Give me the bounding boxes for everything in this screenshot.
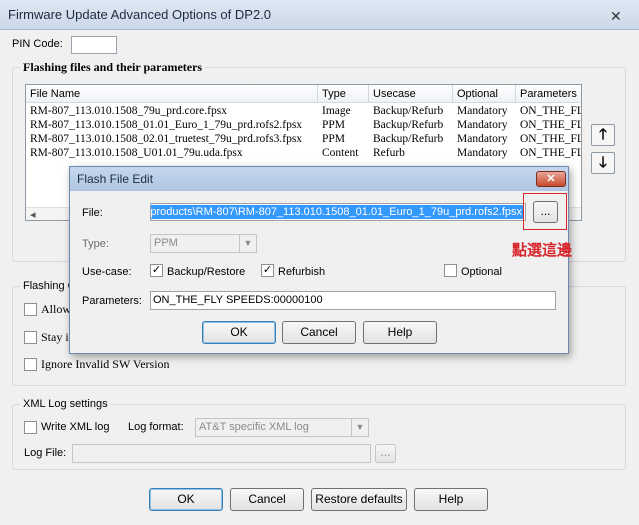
cell-usecase: Refurb [373,147,405,159]
column-header-parameters[interactable]: Parameters [516,85,581,103]
file-path-input[interactable]: products\RM-807\RM-807_113.010.1508_01.0… [150,203,526,221]
ignore-invalid-sw-checkbox[interactable] [24,358,37,371]
chevron-down-icon: ▼ [351,419,368,436]
optional-label: Optional [461,266,502,278]
cell-file-name: RM-807_113.010.1508_79u_prd.core.fpsx [30,105,227,117]
cell-parameters: ON_THE_FL [520,119,582,131]
arrow-up-icon: 🡑 [599,126,607,143]
move-down-button[interactable]: 🡓 [591,152,615,174]
flash-file-edit-dialog: Flash File Edit ✕ File: products\RM-807\… [69,166,569,354]
cell-optional: Mandatory [457,147,508,159]
write-xml-log-label: Write XML log [41,421,110,433]
allow-checkbox[interactable] [24,303,37,316]
annotation-text: 點選這邊 [512,241,573,259]
column-header-type[interactable]: Type [318,85,369,103]
ignore-invalid-sw-label: Ignore Invalid SW Version [41,357,170,371]
cell-file-name: RM-807_113.010.1508_01.01_Euro_1_79u_prd… [30,119,303,131]
parameters-input[interactable]: ON_THE_FLY SPEEDS:00000100 [150,291,556,310]
type-label: Type: [82,238,109,250]
type-value: PPM [154,237,178,249]
log-format-select[interactable]: AT&T specific XML log ▼ [195,418,369,437]
file-path-value: products\RM-807\RM-807_113.010.1508_01.0… [150,205,523,219]
dialog-cancel-button[interactable]: Cancel [282,321,356,344]
column-header-file-name[interactable]: File Name [26,85,318,103]
list-header: File Name Type Usecase Optional Paramete… [26,85,581,103]
dialog-close-button[interactable]: ✕ [536,171,566,187]
pin-code-input[interactable] [71,36,117,54]
cell-usecase: Backup/Refurb [373,133,444,145]
checkmark-icon: ✓ [262,264,273,276]
column-header-optional[interactable]: Optional [453,85,516,103]
cell-file-name: RM-807_113.010.1508_U01.01_79u.uda.fpsx [30,147,243,159]
log-file-browse-button[interactable]: ... [375,444,396,463]
cell-optional: Mandatory [457,105,508,117]
table-row[interactable]: RM-807_113.010.1508_02.01_truetest_79u_p… [26,132,582,146]
cell-optional: Mandatory [457,133,508,145]
cell-type: Image [322,105,351,117]
cell-parameters: ON_THE_FL [520,105,582,117]
cell-usecase: Backup/Refurb [373,119,444,131]
ok-button[interactable]: OK [149,488,223,511]
window-close-icon[interactable]: ✕ [610,8,622,25]
xml-log-group-title: XML Log settings [20,398,111,410]
stay-checkbox[interactable] [24,331,37,344]
annotation-highlight-box [523,193,567,230]
log-format-value: AT&T specific XML log [199,421,309,433]
refurbish-checkbox[interactable]: ✓ [261,264,274,277]
cell-parameters: ON_THE_FL [520,133,582,145]
dialog-help-button[interactable]: Help [363,321,437,344]
checkmark-icon: ✓ [151,264,162,276]
cell-parameters: ON_THE_FL [520,147,582,159]
move-up-button[interactable]: 🡑 [591,124,615,146]
chevron-down-icon: ▼ [239,235,256,252]
dialog-titlebar: Flash File Edit ✕ [70,167,568,191]
refurbish-label: Refurbish [278,266,326,278]
window-title: Firmware Update Advanced Options of DP2.… [8,7,272,22]
help-button[interactable]: Help [414,488,488,511]
main-titlebar: Firmware Update Advanced Options of DP2.… [0,0,639,30]
write-xml-log-checkbox[interactable] [24,421,37,434]
backup-restore-checkbox[interactable]: ✓ [150,264,163,277]
dialog-ok-button[interactable]: OK [202,321,276,344]
cell-optional: Mandatory [457,119,508,131]
file-label: File: [82,207,103,219]
table-row[interactable]: RM-807_113.010.1508_01.01_Euro_1_79u_prd… [26,118,582,132]
log-format-label: Log format: [128,421,184,433]
log-file-label: Log File: [24,447,67,459]
cell-usecase: Backup/Refurb [373,105,444,117]
close-icon: ✕ [546,173,556,185]
parameters-label: Parameters: [82,295,142,307]
table-row[interactable]: RM-807_113.010.1508_79u_prd.core.fpsx Im… [26,104,582,118]
usecase-label: Use-case: [82,266,132,278]
cell-file-name: RM-807_113.010.1508_02.01_truetest_79u_p… [30,133,303,145]
scroll-left-icon[interactable]: ◂ [30,208,36,220]
flashing-files-group-title: Flashing files and their parameters [20,60,206,75]
arrow-down-icon: 🡓 [599,154,607,171]
optional-checkbox[interactable] [444,264,457,277]
column-header-usecase[interactable]: Usecase [369,85,453,103]
restore-defaults-button[interactable]: Restore defaults [311,488,407,511]
table-row[interactable]: RM-807_113.010.1508_U01.01_79u.uda.fpsx … [26,146,582,160]
type-select[interactable]: PPM ▼ [150,234,257,253]
allow-label: Allow [41,302,71,316]
cell-type: PPM [322,119,346,131]
pin-code-label: PIN Code: [12,38,63,50]
log-file-input[interactable] [72,444,371,463]
dialog-title: Flash File Edit [77,172,154,186]
cell-type: PPM [322,133,346,145]
cancel-button[interactable]: Cancel [230,488,304,511]
backup-restore-label: Backup/Restore [167,266,246,278]
stay-label: Stay i [41,330,69,344]
cell-type: Content [322,147,359,159]
